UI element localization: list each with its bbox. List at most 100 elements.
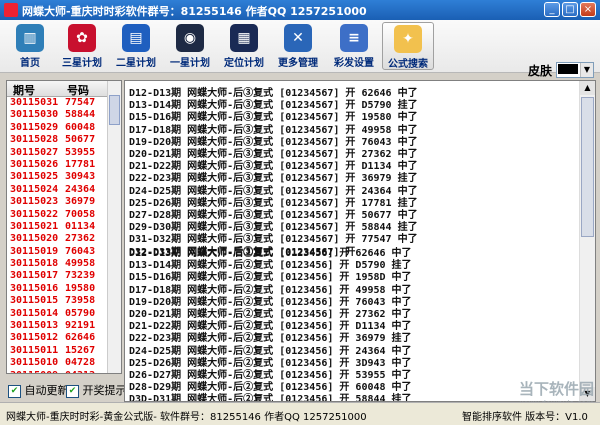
draw-number: 62646 — [65, 332, 96, 344]
plan-scrollbar[interactable]: ▲ ▼ — [579, 81, 595, 401]
watermark-text: 当下软件园 — [518, 380, 594, 398]
draw-period: 30115027 — [10, 146, 59, 158]
draw-period: 30115026 — [10, 158, 59, 170]
draw-period: 30115020 — [10, 233, 59, 245]
draw-list-scrollbar[interactable] — [107, 81, 121, 373]
draw-period: 30115013 — [10, 320, 59, 332]
draw-period: 30115017 — [10, 270, 59, 282]
draw-row[interactable]: 30115029 60048 — [7, 122, 107, 134]
draw-row[interactable]: 30115031 77547 — [7, 97, 107, 109]
draw-row[interactable]: 30115018 49958 — [7, 258, 107, 270]
toolbar-button-6[interactable]: ≡ 彩发设置 — [328, 22, 380, 70]
draw-row[interactable]: 30115012 62646 — [7, 332, 107, 344]
draw-number: 05790 — [65, 307, 96, 319]
database-icon: ≡ — [340, 24, 368, 52]
draw-period: 30115018 — [10, 258, 59, 270]
draw-row[interactable]: 30115013 92191 — [7, 320, 107, 332]
check-icon[interactable]: ✔ — [8, 384, 21, 398]
toolbar-button-7[interactable]: ✦ 公式搜索 — [382, 22, 434, 70]
draw-period: 30115031 — [10, 97, 59, 108]
status-right: 智能排序软件 版本号：V1.0 — [462, 412, 588, 423]
draw-row[interactable]: 30115027 53955 — [7, 147, 107, 159]
draw-number: 58844 — [65, 109, 96, 121]
bow-icon: ✿ — [68, 24, 96, 52]
draw-number: 30943 — [65, 171, 96, 183]
draw-row[interactable]: 30115021 01134 — [7, 221, 107, 233]
toolbar-button-label: 一星计划 — [170, 58, 210, 69]
draw-row[interactable]: 30115017 73239 — [7, 270, 107, 282]
draw-row[interactable]: 30115020 27362 — [7, 233, 107, 245]
header-period: 期号 — [13, 84, 35, 97]
draw-number: 19580 — [65, 282, 96, 294]
window-title: 网蝶大师-重庆时时彩软件群号：81255146 作者QQ 1257251000 — [22, 5, 367, 18]
draw-alert-checkbox[interactable]: ✔ 开奖提示 — [66, 382, 127, 398]
draw-row[interactable]: 30115015 73958 — [7, 295, 107, 307]
draw-period: 30115029 — [10, 121, 59, 133]
minimize-button[interactable]: _ — [544, 2, 560, 17]
draw-table-header: 期号 号码 — [7, 81, 121, 97]
draw-row[interactable]: 30115019 76043 — [7, 246, 107, 258]
plan-output-panel: ▲ ▼ D12-D13期 网蝶大师-后③复式 [01234567] 开 6264… — [124, 80, 596, 402]
monitor-icon: ▥ — [16, 24, 44, 52]
check-icon[interactable]: ✔ — [66, 384, 79, 398]
toolbar-button-label: 二星计划 — [116, 58, 156, 69]
draw-number: 77547 — [65, 97, 96, 108]
toolbar-button-label: 公式搜索 — [388, 59, 428, 70]
draw-number: 70058 — [65, 208, 96, 220]
draw-period: 30115021 — [10, 220, 59, 232]
draw-period: 30115016 — [10, 282, 59, 294]
toolbar-button-0[interactable]: ▥ 首页 — [4, 22, 56, 70]
draw-period: 30115019 — [10, 245, 59, 257]
draw-row[interactable]: 30115009 04312 — [7, 370, 107, 373]
draw-number: 15267 — [65, 344, 96, 356]
draw-row[interactable]: 30115014 05790 — [7, 308, 107, 320]
draw-row[interactable]: 30115024 24364 — [7, 184, 107, 196]
close-button[interactable]: × — [580, 2, 596, 17]
status-bar: 网蝶大师-重庆时时彩-黄金公式版- 软件群号：81255146 作者QQ 125… — [0, 402, 600, 425]
toolbar-button-1[interactable]: ✿ 三星计划 — [56, 22, 108, 70]
draw-period: 30115014 — [10, 307, 59, 319]
draw-period: 30115022 — [10, 208, 59, 220]
scrollbar-thumb[interactable] — [109, 95, 120, 125]
toolbar-button-2[interactable]: ▤ 二星计划 — [110, 22, 162, 70]
draw-alert-label: 开奖提示 — [82, 384, 127, 397]
draw-number: 76043 — [65, 245, 96, 257]
draw-number: 60048 — [65, 121, 96, 133]
maximize-button[interactable]: □ — [562, 2, 578, 17]
record-icon: ◉ — [176, 24, 204, 52]
toolbar-button-5[interactable]: ✕ 更多管理 — [272, 22, 324, 70]
draw-row[interactable]: 30115026 17781 — [7, 159, 107, 171]
draw-period: 30115028 — [10, 134, 59, 146]
draw-period: 30115012 — [10, 332, 59, 344]
window-icon: ▤ — [122, 24, 150, 52]
draw-row[interactable]: 30115022 70058 — [7, 209, 107, 221]
toolbar-button-4[interactable]: ▦ 定位计划 — [218, 22, 270, 70]
scrollbar-thumb[interactable] — [581, 97, 594, 237]
draw-row[interactable]: 30115023 36979 — [7, 196, 107, 208]
skin-select[interactable]: ▼ — [556, 62, 594, 78]
draw-list: 30115031 77547 30115030 58844 30115029 60048 3… — [7, 97, 107, 373]
auto-update-label: 自动更新 — [24, 384, 69, 397]
toolbar-button-label: 三星计划 — [62, 58, 102, 69]
draw-period: 30115024 — [10, 183, 59, 195]
draw-number: 04728 — [65, 357, 96, 369]
grid-icon: ▦ — [230, 24, 258, 52]
draw-number: 73239 — [65, 270, 96, 282]
draw-row[interactable]: 30115025 30943 — [7, 171, 107, 183]
draw-number: 73958 — [65, 295, 96, 307]
toolbar-button-3[interactable]: ◉ 一星计划 — [164, 22, 216, 70]
draw-period: 30115009 — [10, 370, 58, 373]
draw-row[interactable]: 30115011 15267 — [7, 345, 107, 357]
title-bar: 网蝶大师-重庆时时彩软件群号：81255146 作者QQ 1257251000 … — [0, 0, 600, 20]
scroll-up-icon[interactable]: ▲ — [580, 81, 595, 95]
auto-update-checkbox[interactable]: ✔ 自动更新 — [8, 382, 69, 398]
draw-number: 53955 — [65, 146, 96, 158]
draw-row[interactable]: 30115028 50677 — [7, 134, 107, 146]
draw-row[interactable]: 30115016 19580 — [7, 283, 107, 295]
chevron-down-icon[interactable]: ▼ — [580, 63, 593, 77]
draw-number: 17781 — [65, 158, 96, 170]
draw-period: 30115023 — [10, 196, 59, 208]
draw-row[interactable]: 30115010 04728 — [7, 357, 107, 369]
draw-number: 24364 — [65, 183, 96, 195]
draw-row[interactable]: 30115030 58844 — [7, 109, 107, 121]
